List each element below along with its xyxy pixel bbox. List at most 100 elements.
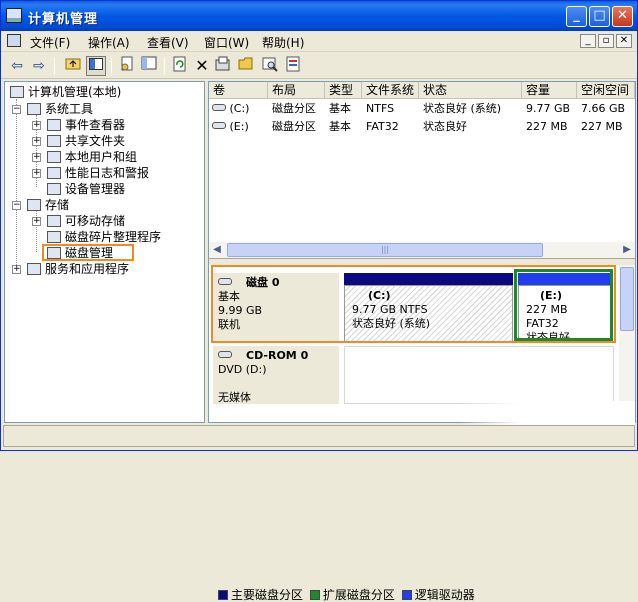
tree-label: 事件查看器: [65, 118, 126, 132]
toolbar-separator: [111, 58, 112, 74]
toolbar-separator: [54, 58, 55, 74]
collapse-toggle[interactable]: −: [12, 201, 21, 210]
tree-label: 存储: [45, 198, 70, 212]
refresh-icon[interactable]: [170, 56, 190, 76]
pane-splitter[interactable]: [209, 258, 635, 265]
open-icon[interactable]: [213, 56, 233, 76]
back-button[interactable]: ⇦: [7, 56, 27, 76]
tree-device-manager[interactable]: 设备管理器: [47, 181, 125, 197]
mdi-restore-button[interactable]: ▫: [598, 34, 614, 48]
cell-volume: (E:): [229, 120, 249, 133]
maximize-button[interactable]: □: [589, 6, 610, 27]
legend-primary: 主要磁盘分区: [231, 588, 304, 602]
tree-label: 磁盘碎片整理程序: [65, 230, 162, 244]
tools-icon: [27, 103, 41, 115]
cell-free-space: 227 MB: [581, 120, 623, 133]
tree-label: 服务和应用程序: [45, 262, 130, 276]
legend-primary-swatch: [218, 590, 228, 600]
horizontal-scrollbar[interactable]: ◀ ||| ▶: [209, 242, 635, 258]
expand-toggle[interactable]: +: [32, 153, 41, 162]
disk-management-highlight: [42, 244, 134, 261]
legend: 主要磁盘分区 扩展磁盘分区 逻辑驱动器: [215, 588, 475, 602]
cell-status: 状态良好: [423, 120, 467, 133]
mdi-close-button[interactable]: ✕: [616, 34, 632, 48]
search-icon[interactable]: [260, 56, 280, 76]
mdi-minimize-button[interactable]: _: [580, 34, 596, 48]
expand-toggle[interactable]: +: [32, 217, 41, 226]
properties-icon[interactable]: [117, 56, 137, 76]
defrag-icon: [47, 231, 61, 243]
tree-services-apps[interactable]: 服务和应用程序: [27, 261, 129, 277]
column-header-type[interactable]: 类型: [325, 82, 362, 99]
tree-root-label: 计算机管理(本地): [28, 85, 122, 99]
expand-toggle[interactable]: +: [32, 169, 41, 178]
cell-capacity: 9.77 GB: [526, 102, 571, 115]
cdrom-drive: DVD (D:): [218, 363, 267, 376]
removable-storage-icon: [47, 215, 61, 227]
expand-toggle[interactable]: +: [32, 137, 41, 146]
computer-management-icon: [6, 8, 22, 23]
forward-button[interactable]: ⇨: [29, 56, 49, 76]
tree-label: 设备管理器: [65, 182, 126, 196]
delete-icon[interactable]: ✕: [192, 56, 212, 76]
tree-defrag[interactable]: 磁盘碎片整理程序: [47, 229, 161, 245]
column-header-volume[interactable]: 卷: [209, 82, 268, 99]
legend-extended-swatch: [309, 590, 320, 600]
tree-shared-folders[interactable]: 共享文件夹: [47, 133, 125, 149]
cdrom-status: 无媒体: [218, 391, 251, 404]
toolbar: ⇦ ⇨ ✕: [1, 53, 637, 79]
tree-label: 本地用户和组: [65, 150, 138, 164]
expand-toggle[interactable]: +: [32, 121, 41, 130]
scroll-thumb[interactable]: [620, 267, 634, 331]
tree-event-viewer[interactable]: 事件查看器: [47, 117, 125, 133]
tree-system-tools[interactable]: 系统工具: [27, 101, 93, 117]
volume-list: 卷 布局 类型 文件系统 状态 容量 空闲空间 (C:) 磁盘分区 基本 NTF…: [209, 82, 635, 242]
menu-file[interactable]: 文件(F): [30, 34, 70, 51]
cdrom-info[interactable]: CD-ROM 0 DVD (D:) 无媒体: [213, 346, 339, 404]
cell-type: 基本: [329, 102, 351, 115]
vertical-scrollbar[interactable]: [619, 265, 635, 422]
watermark-fade: [459, 401, 635, 425]
tree-local-users[interactable]: 本地用户和组: [47, 149, 137, 165]
cell-layout: 磁盘分区: [272, 120, 316, 133]
menu-action[interactable]: 操作(A): [88, 34, 130, 51]
tree-label: 性能日志和警报: [65, 166, 150, 180]
cdrom-name: CD-ROM 0: [246, 349, 309, 362]
cell-type: 基本: [329, 120, 351, 133]
menu-window[interactable]: 窗口(W): [204, 34, 249, 51]
cd-drive-icon: [218, 351, 232, 358]
minimize-button[interactable]: _: [566, 6, 587, 27]
cell-filesystem: FAT32: [366, 120, 399, 133]
partition-e-highlight: [514, 269, 613, 341]
up-folder-icon[interactable]: [63, 56, 83, 76]
tree-storage[interactable]: 存储: [27, 197, 69, 213]
column-header-capacity[interactable]: 容量: [522, 82, 577, 99]
console-icon[interactable]: [7, 34, 21, 47]
close-button[interactable]: ✕: [612, 6, 633, 27]
column-header-free-space[interactable]: 空闲空间: [577, 82, 635, 99]
column-header-status[interactable]: 状态: [419, 82, 522, 99]
scroll-right-button[interactable]: ▶: [619, 242, 635, 258]
settings-icon[interactable]: [283, 56, 303, 76]
column-header-layout[interactable]: 布局: [268, 82, 325, 99]
menu-help[interactable]: 帮助(H): [262, 34, 304, 51]
collapse-toggle[interactable]: −: [12, 105, 21, 114]
tree-root[interactable]: 计算机管理(本地): [10, 84, 121, 100]
title-bar[interactable]: 计算机管理 _ □ ✕: [1, 1, 637, 31]
volume-icon: [212, 104, 226, 111]
menu-view[interactable]: 查看(V): [147, 34, 189, 51]
cell-volume: (C:): [229, 102, 250, 115]
tree-removable-storage[interactable]: 可移动存储: [47, 213, 125, 229]
scroll-thumb[interactable]: |||: [227, 243, 543, 257]
scroll-left-button[interactable]: ◀: [209, 242, 225, 258]
expand-toggle[interactable]: +: [12, 265, 21, 274]
show-tree-icon[interactable]: [86, 56, 106, 76]
column-header-filesystem[interactable]: 文件系统: [362, 82, 419, 99]
tree-perf-logs[interactable]: 性能日志和警报: [47, 165, 149, 181]
open-folder-icon[interactable]: [236, 56, 256, 76]
cell-filesystem: NTFS: [366, 102, 395, 115]
cell-layout: 磁盘分区: [272, 102, 316, 115]
help-icon[interactable]: [139, 56, 159, 76]
cdrom-empty-area[interactable]: [344, 346, 614, 404]
legend-logical-swatch: [401, 590, 412, 600]
